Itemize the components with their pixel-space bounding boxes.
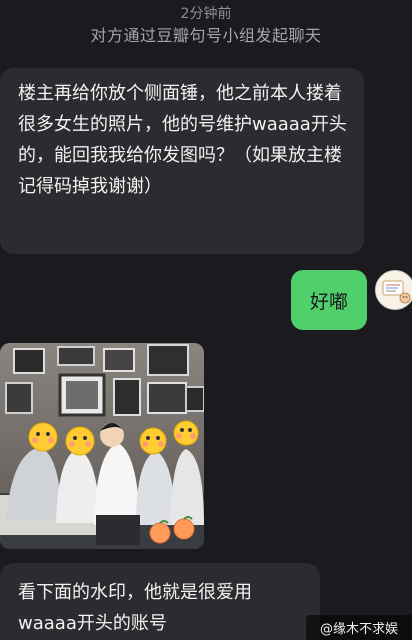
chat-screen: 2分钟前 对方通过豆瓣句号小组发起聊天 楼主再给你放个侧面锤，他之前本人搂着很多… (0, 0, 412, 640)
timestamp-label: 2分钟前 (180, 6, 232, 22)
message-text: 看下面的水印，他就是很爱用waaaa开头的账号 (18, 582, 252, 634)
message-text: 楼主再给你放个侧面锤，他之前本人搂着很多女生的照片，他的号维护waaaa开头的，… (18, 83, 347, 197)
source-watermark: @缘木不求娱 (306, 615, 412, 640)
message-text: 好嘟 (309, 290, 348, 313)
incoming-message-bubble[interactable]: 看下面的水印，他就是很爱用waaaa开头的账号 (0, 563, 320, 640)
avatar[interactable] (375, 270, 412, 310)
incoming-message-bubble[interactable]: 楼主再给你放个侧面锤，他之前本人搂着很多女生的照片，他的号维护waaaa开头的，… (0, 68, 364, 254)
system-notice: 对方通过豆瓣句号小组发起聊天 (90, 26, 322, 45)
shared-photo[interactable] (0, 343, 204, 549)
group-photo-image (0, 343, 204, 549)
outgoing-message-bubble[interactable]: 好嘟 (291, 270, 367, 330)
avatar-illustration-icon (376, 271, 412, 309)
